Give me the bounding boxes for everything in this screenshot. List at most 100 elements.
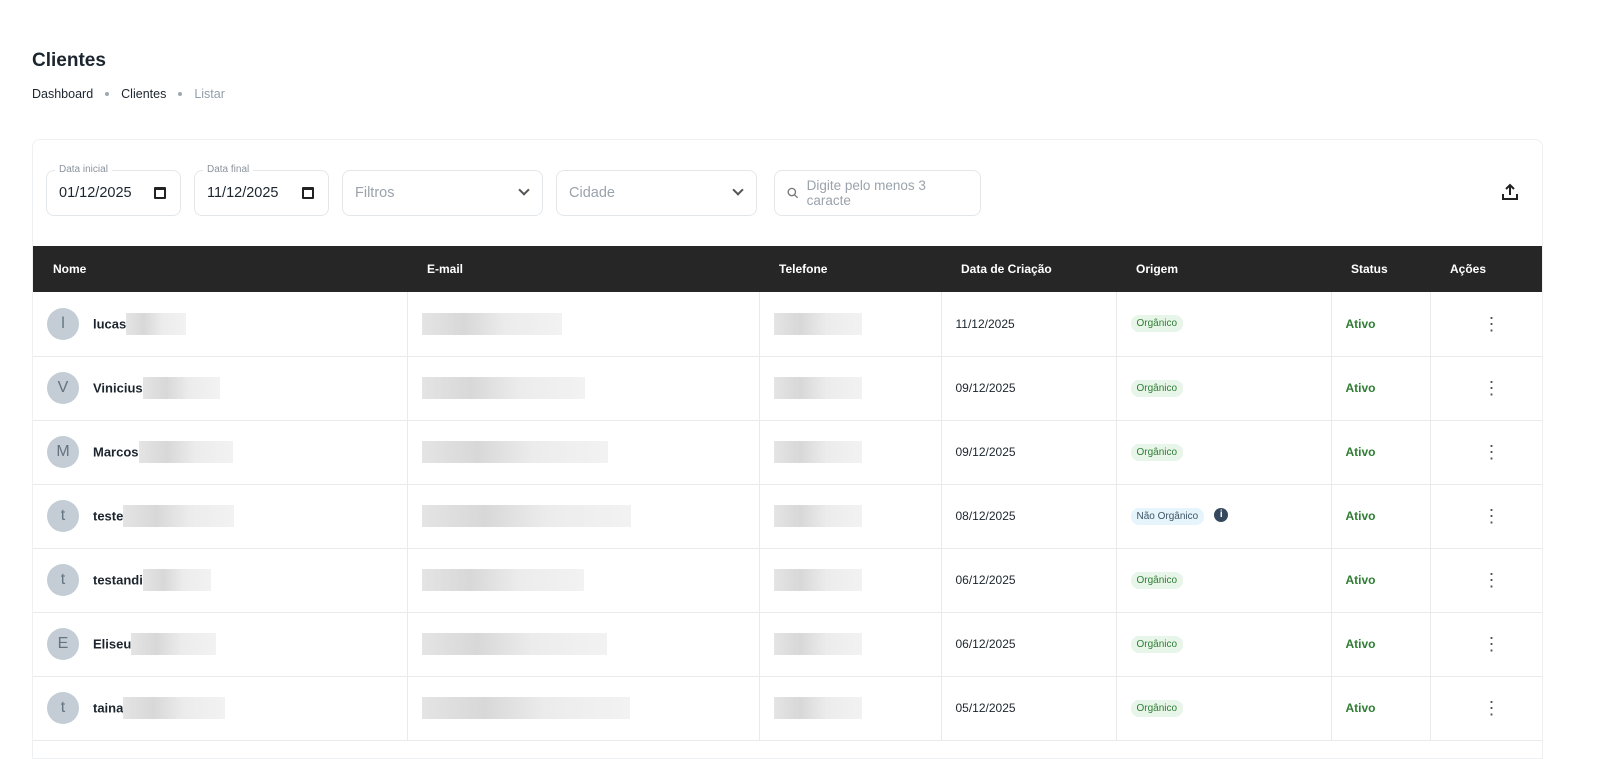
chevron-down-icon	[518, 184, 530, 196]
col-email[interactable]: E-mail	[407, 246, 759, 292]
client-name: testandi	[93, 572, 143, 588]
export-upload-icon[interactable]	[1500, 182, 1520, 202]
created-date: 09/12/2025	[941, 420, 1117, 485]
col-origem[interactable]: Origem	[1116, 246, 1331, 292]
col-acoes: Ações	[1430, 246, 1542, 292]
redacted-email	[421, 569, 584, 591]
table-row[interactable]: t teste 08/12/2025 Não Orgânico i Ativo ⋮	[33, 484, 1542, 549]
avatar: l	[47, 307, 79, 340]
more-vert-icon[interactable]: ⋮	[1483, 314, 1501, 334]
avatar: t	[47, 564, 79, 596]
avatar: M	[47, 436, 79, 468]
breadcrumb-listar: Listar	[194, 87, 225, 101]
created-date: 06/12/2025	[941, 612, 1117, 677]
end-date-input[interactable]: Data final 11/12/2025	[194, 164, 329, 216]
search-placeholder: Digite pelo menos 3 caracte	[806, 178, 926, 208]
origin-badge: Orgânico	[1130, 379, 1184, 397]
origin-badge: Orgânico	[1130, 635, 1184, 653]
origin-badge: Orgânico	[1130, 699, 1184, 717]
table-row[interactable]: V Vinicius 09/12/2025 Orgânico Ativo ⋮	[33, 356, 1542, 421]
redacted-email	[421, 441, 608, 463]
redacted-email	[421, 505, 631, 527]
origin-badge: Não Orgânico	[1130, 507, 1205, 525]
origin-badge: Orgânico	[1130, 443, 1184, 461]
start-date-value: 01/12/2025	[59, 185, 132, 201]
redacted-email	[421, 377, 585, 399]
status-text: Ativo	[1345, 445, 1376, 459]
more-vert-icon[interactable]: ⋮	[1483, 506, 1501, 526]
redacted-phone	[773, 377, 862, 399]
more-vert-icon[interactable]: ⋮	[1483, 698, 1501, 718]
separator	[178, 92, 183, 96]
page-title: Clientes	[32, 50, 106, 71]
col-status[interactable]: Status	[1331, 246, 1430, 292]
created-date: 11/12/2025	[941, 292, 1117, 357]
redacted-surname	[138, 441, 233, 463]
status-text: Ativo	[1345, 509, 1376, 523]
avatar: t	[47, 500, 79, 532]
table-row[interactable]: l lucas 11/12/2025 Orgânico Ativo ⋮	[33, 292, 1542, 357]
origin-badge: Orgânico	[1130, 315, 1184, 333]
separator	[105, 92, 110, 96]
cidade-select[interactable]: Cidade	[556, 170, 757, 216]
status-text: Ativo	[1345, 637, 1376, 651]
avatar: E	[47, 628, 79, 660]
chevron-down-icon	[732, 184, 744, 196]
table-row[interactable]: t testandi 06/12/2025 Orgânico Ativo ⋮	[33, 548, 1542, 613]
client-name: Marcos	[93, 444, 139, 460]
filtros-select[interactable]: Filtros	[342, 170, 543, 216]
table-row[interactable]: t taina 05/12/2025 Orgânico Ativo ⋮	[33, 676, 1542, 741]
redacted-surname	[142, 377, 220, 399]
created-date: 06/12/2025	[941, 548, 1117, 613]
more-vert-icon[interactable]: ⋮	[1483, 570, 1501, 590]
client-name: Vinicius	[93, 380, 143, 396]
table-row[interactable]: E Eliseu 06/12/2025 Orgânico Ativo ⋮	[33, 612, 1542, 677]
more-vert-icon[interactable]: ⋮	[1483, 634, 1501, 654]
end-date-label: Data final	[203, 164, 254, 175]
redacted-surname	[131, 633, 217, 655]
redacted-phone	[773, 569, 862, 591]
start-date-input[interactable]: Data inicial 01/12/2025	[46, 164, 181, 216]
breadcrumb-dashboard[interactable]: Dashboard	[32, 87, 93, 101]
redacted-surname	[142, 569, 211, 591]
origin-badge: Orgânico	[1130, 571, 1184, 589]
status-text: Ativo	[1345, 316, 1376, 331]
more-vert-icon[interactable]: ⋮	[1483, 442, 1501, 462]
calendar-icon[interactable]	[302, 187, 314, 199]
cidade-placeholder: Cidade	[569, 185, 615, 201]
created-date: 09/12/2025	[941, 356, 1117, 421]
redacted-phone	[773, 633, 862, 655]
status-text: Ativo	[1345, 701, 1376, 715]
search-icon	[787, 187, 799, 199]
redacted-phone	[773, 441, 862, 463]
clients-table: Nome E-mail Telefone Data de Criação Ori…	[33, 246, 1542, 741]
info-icon[interactable]: i	[1214, 508, 1229, 523]
client-name: lucas	[93, 316, 127, 332]
redacted-surname	[126, 312, 187, 335]
table-header: Nome E-mail Telefone Data de Criação Ori…	[33, 246, 1542, 292]
col-nome[interactable]: Nome	[33, 246, 407, 292]
calendar-icon[interactable]	[154, 187, 166, 199]
created-date: 08/12/2025	[941, 484, 1117, 549]
col-data[interactable]: Data de Criação	[941, 246, 1116, 292]
created-date: 05/12/2025	[941, 676, 1117, 741]
start-date-label: Data inicial	[55, 164, 112, 175]
redacted-phone	[773, 505, 862, 527]
status-text: Ativo	[1345, 381, 1376, 395]
search-input[interactable]: Digite pelo menos 3 caracte	[774, 170, 981, 216]
redacted-email	[421, 697, 630, 719]
redacted-surname	[123, 697, 226, 719]
table-row[interactable]: M Marcos 09/12/2025 Orgânico Ativo ⋮	[33, 420, 1542, 485]
col-telefone[interactable]: Telefone	[759, 246, 941, 292]
redacted-phone	[773, 697, 862, 719]
status-text: Ativo	[1345, 573, 1376, 587]
avatar: V	[47, 372, 79, 404]
end-date-value: 11/12/2025	[207, 185, 279, 201]
client-name: teste	[93, 508, 124, 524]
redacted-phone	[773, 312, 862, 335]
client-name: taina	[93, 700, 124, 716]
more-vert-icon[interactable]: ⋮	[1483, 378, 1501, 398]
redacted-surname	[123, 505, 235, 527]
client-name: Eliseu	[93, 636, 132, 652]
breadcrumb-clientes[interactable]: Clientes	[121, 87, 166, 101]
